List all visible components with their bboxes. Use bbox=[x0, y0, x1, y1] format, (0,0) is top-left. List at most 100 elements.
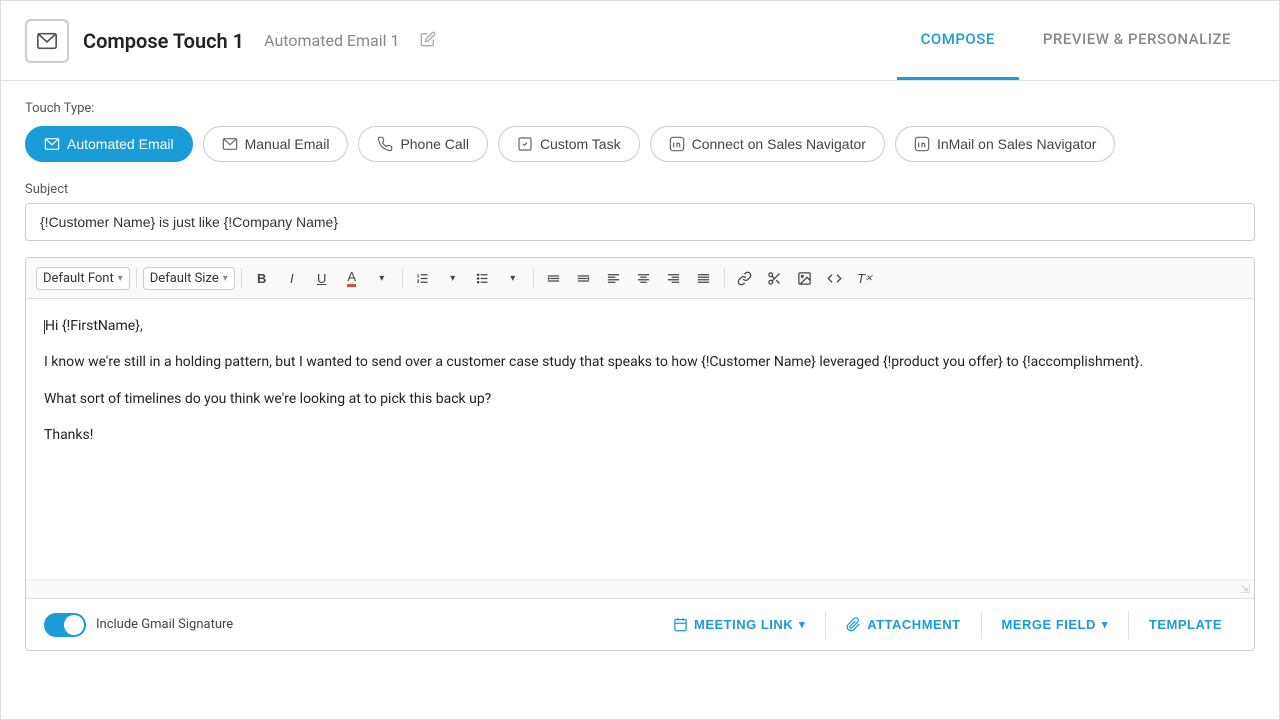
gmail-signature-label: Include Gmail Signature bbox=[96, 617, 233, 632]
editor-line-1: Hi {!FirstName}, bbox=[44, 315, 1236, 337]
task-icon bbox=[517, 136, 533, 152]
header-left: Compose Touch 1 Automated Email 1 bbox=[25, 19, 436, 63]
font-family-arrow: ▾ bbox=[118, 273, 123, 284]
header: Compose Touch 1 Automated Email 1 COMPOS… bbox=[1, 1, 1279, 81]
btn-inmail-sales-nav-label: InMail on Sales Navigator bbox=[937, 136, 1097, 152]
sep-4 bbox=[533, 268, 534, 288]
indent-right-icon bbox=[576, 271, 591, 286]
btn-automated-email-label: Automated Email bbox=[67, 136, 174, 152]
btn-inmail-sales-nav[interactable]: InMail on Sales Navigator bbox=[895, 126, 1116, 162]
align-left-button[interactable] bbox=[600, 264, 628, 292]
clear-format-button[interactable]: T✕ bbox=[851, 264, 879, 292]
code-icon bbox=[827, 271, 842, 286]
btn-phone-call[interactable]: Phone Call bbox=[358, 126, 488, 162]
merge-field-label: MERGE FIELD bbox=[1002, 617, 1096, 632]
touch-type-label: Touch Type: bbox=[25, 101, 1255, 116]
footer-right: MEETING LINK ▾ ATTACHMENT MERGE FIELD ▾ bbox=[659, 609, 1236, 640]
touch-type-buttons: Automated Email Manual Email Phone Call bbox=[25, 126, 1255, 162]
ordered-list-button[interactable] bbox=[409, 264, 437, 292]
sep-1 bbox=[136, 268, 137, 288]
editor-footer: Include Gmail Signature MEETING LINK ▾ A… bbox=[26, 598, 1254, 650]
image-button[interactable] bbox=[791, 264, 819, 292]
align-center-button[interactable] bbox=[630, 264, 658, 292]
editor-line-4: Thanks! bbox=[44, 424, 1236, 446]
attachment-button[interactable]: ATTACHMENT bbox=[832, 609, 974, 640]
font-color-arrow[interactable]: ▾ bbox=[368, 264, 396, 292]
edit-icon[interactable] bbox=[420, 31, 436, 51]
indent-left-icon bbox=[546, 271, 561, 286]
compose-icon bbox=[36, 30, 58, 52]
subject-input[interactable] bbox=[25, 203, 1255, 241]
subject-label: Subject bbox=[25, 182, 1255, 197]
bold-button[interactable]: B bbox=[248, 264, 276, 292]
btn-manual-email-label: Manual Email bbox=[245, 136, 330, 152]
ul-icon bbox=[475, 271, 490, 286]
editor-toolbar: Default Font ▾ Default Size ▾ B I U A ▾ bbox=[26, 258, 1254, 299]
ol-arrow[interactable]: ▾ bbox=[439, 264, 467, 292]
merge-field-button[interactable]: MERGE FIELD ▾ bbox=[988, 609, 1122, 640]
underline-button[interactable]: U bbox=[308, 264, 336, 292]
sep-5 bbox=[724, 268, 725, 288]
linkedin-icon2 bbox=[914, 136, 930, 152]
unordered-list-button[interactable] bbox=[469, 264, 497, 292]
paperclip-icon bbox=[846, 617, 861, 632]
justify-button[interactable] bbox=[690, 264, 718, 292]
body-content: Touch Type: Automated Email Manual Email bbox=[1, 81, 1279, 719]
template-label: TEMPLATE bbox=[1149, 617, 1222, 632]
merge-field-arrow: ▾ bbox=[1102, 618, 1108, 631]
link-button[interactable] bbox=[731, 264, 759, 292]
meeting-link-button[interactable]: MEETING LINK ▾ bbox=[659, 609, 819, 640]
calendar-icon bbox=[673, 617, 688, 632]
tab-preview[interactable]: PREVIEW & PERSONALIZE bbox=[1019, 1, 1255, 80]
compose-icon-box bbox=[25, 19, 69, 63]
subtitle-label: Automated Email 1 bbox=[264, 31, 399, 50]
phone-icon bbox=[377, 136, 393, 152]
indent-left-button[interactable] bbox=[540, 264, 568, 292]
linkedin-icon bbox=[669, 136, 685, 152]
link-icon bbox=[737, 271, 752, 286]
btn-automated-email[interactable]: Automated Email bbox=[25, 126, 193, 162]
align-left-icon bbox=[606, 271, 621, 286]
image-icon bbox=[797, 271, 812, 286]
ol-icon bbox=[415, 271, 430, 286]
gmail-signature-toggle[interactable] bbox=[44, 613, 86, 637]
editor-line-2: I know we're still in a holding pattern,… bbox=[44, 351, 1236, 373]
email-icon bbox=[44, 136, 60, 152]
tab-compose[interactable]: COMPOSE bbox=[897, 1, 1019, 80]
editor-line-3: What sort of timelines do you think we'r… bbox=[44, 388, 1236, 410]
btn-phone-call-label: Phone Call bbox=[400, 136, 469, 152]
scissors-button[interactable] bbox=[761, 264, 789, 292]
font-family-dropdown[interactable]: Default Font ▾ bbox=[36, 267, 130, 290]
email-outline-icon bbox=[222, 136, 238, 152]
btn-connect-sales-nav[interactable]: Connect on Sales Navigator bbox=[650, 126, 885, 162]
footer-sep-1 bbox=[825, 611, 826, 639]
font-size-arrow: ▾ bbox=[223, 273, 228, 284]
footer-sep-2 bbox=[981, 611, 982, 639]
ul-arrow[interactable]: ▾ bbox=[499, 264, 527, 292]
footer-sep-3 bbox=[1128, 611, 1129, 639]
btn-custom-task[interactable]: Custom Task bbox=[498, 126, 640, 162]
justify-icon bbox=[696, 271, 711, 286]
editor-body[interactable]: Hi {!FirstName}, I know we're still in a… bbox=[26, 299, 1254, 579]
editor-container: Default Font ▾ Default Size ▾ B I U A ▾ bbox=[25, 257, 1255, 651]
sep-2 bbox=[241, 268, 242, 288]
sep-3 bbox=[402, 268, 403, 288]
page-title: Compose Touch 1 bbox=[83, 29, 244, 53]
align-center-icon bbox=[636, 271, 651, 286]
font-size-dropdown[interactable]: Default Size ▾ bbox=[143, 267, 235, 290]
font-color-button[interactable]: A bbox=[338, 264, 366, 292]
template-button[interactable]: TEMPLATE bbox=[1135, 609, 1236, 640]
resize-handle: ⇲ bbox=[26, 579, 1254, 598]
attachment-label: ATTACHMENT bbox=[867, 617, 960, 632]
indent-right-button[interactable] bbox=[570, 264, 598, 292]
btn-custom-task-label: Custom Task bbox=[540, 136, 621, 152]
btn-manual-email[interactable]: Manual Email bbox=[203, 126, 349, 162]
meeting-link-label: MEETING LINK bbox=[694, 617, 793, 632]
code-button[interactable] bbox=[821, 264, 849, 292]
italic-button[interactable]: I bbox=[278, 264, 306, 292]
footer-left: Include Gmail Signature bbox=[44, 613, 233, 637]
meeting-link-arrow: ▾ bbox=[799, 618, 805, 631]
align-right-button[interactable] bbox=[660, 264, 688, 292]
align-right-icon bbox=[666, 271, 681, 286]
scissors-icon bbox=[767, 271, 782, 286]
